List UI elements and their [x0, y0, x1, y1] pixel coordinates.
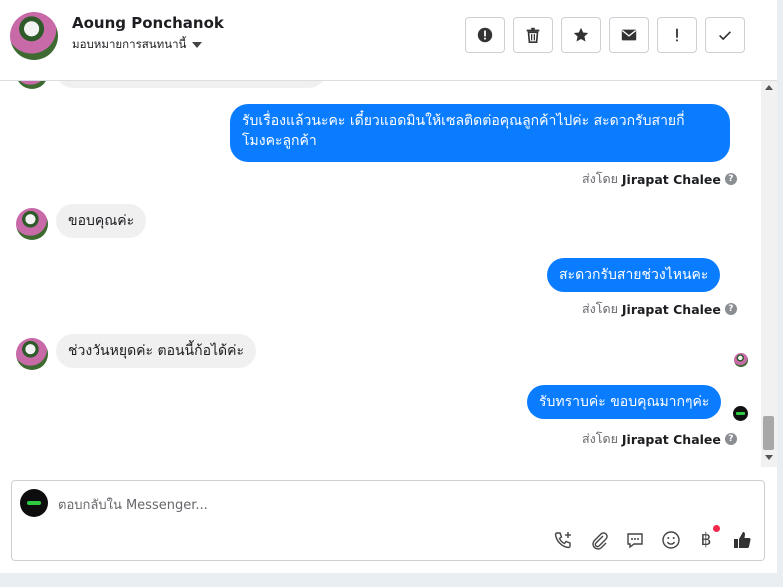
contact-avatar-small[interactable]	[16, 338, 48, 370]
thread-scrollbar[interactable]	[761, 81, 777, 467]
scroll-up-arrow-icon[interactable]	[765, 85, 773, 90]
sender-name: Jirapat Chalee	[621, 301, 721, 317]
help-icon[interactable]: ?	[724, 433, 737, 445]
scroll-thumb[interactable]	[763, 416, 774, 450]
help-icon[interactable]: ?	[724, 303, 737, 315]
sender-name: Jirapat Chalee	[621, 171, 721, 187]
attach-file-button[interactable]	[587, 528, 611, 552]
message-bubble-outgoing[interactable]: รับทราบค่ะ ขอบคุณมากๆค่ะ	[527, 385, 722, 419]
message-text-line: โมงคะลูกค้า	[242, 133, 317, 149]
sent-by-label: ส่งโดย Jirapat Chalee ?	[582, 299, 737, 319]
contact-name[interactable]: Aoung Ponchanok	[72, 14, 224, 32]
mark-spam-button[interactable]	[465, 17, 505, 53]
envelope-icon	[621, 29, 637, 41]
trash-icon	[526, 27, 540, 44]
mark-done-button[interactable]	[705, 17, 745, 53]
add-call-button[interactable]	[551, 528, 575, 552]
assign-label: มอบหมายการสนทนานี้	[72, 37, 187, 51]
read-receipt-avatar	[734, 353, 748, 367]
message-bubble-incoming[interactable]: ขอบคุณค่ะ	[56, 204, 147, 238]
message-bubble-incoming[interactable]: ช่วงวันหยุดค่ะ ตอนนี้ก้อได้ค่ะ	[56, 334, 257, 368]
checkmark-icon	[719, 31, 731, 41]
page-avatar	[20, 489, 48, 517]
saved-replies-button[interactable]	[623, 528, 647, 552]
sent-by-label: ส่งโดย Jirapat Chalee ?	[582, 429, 737, 449]
chevron-down-icon	[192, 42, 203, 48]
contact-avatar-small[interactable]	[16, 208, 48, 240]
message-bubble-outgoing[interactable]: รับเรื่องแล้วนะคะ เดี๋ยวแอดมินให้เซลติดต…	[230, 104, 730, 162]
sent-by-prefix: ส่งโดย	[582, 171, 618, 186]
star-icon	[573, 27, 589, 42]
message-bubble-incoming-cutoff	[56, 81, 326, 88]
baht-icon: ฿	[700, 530, 712, 550]
alert-circle-icon	[477, 27, 493, 43]
like-button[interactable]	[730, 528, 754, 552]
message-thread[interactable]: รับเรื่องแล้วนะคะ เดี๋ยวแอดมินให้เซลติดต…	[0, 81, 777, 467]
sender-name: Jirapat Chalee	[621, 431, 721, 447]
scroll-down-arrow-icon[interactable]	[765, 455, 773, 460]
emoji-button[interactable]	[659, 528, 683, 552]
exclamation-icon	[676, 28, 678, 42]
smiley-icon	[662, 531, 680, 549]
speech-bubble-icon	[627, 533, 643, 549]
assign-conversation-dropdown[interactable]: มอบหมายการสนทนานี้	[72, 36, 203, 54]
reply-composer: ฿	[11, 480, 765, 561]
reply-input[interactable]	[58, 495, 658, 515]
message-bubble-outgoing[interactable]: สะดวกรับสายช่วงไหนคะ	[547, 258, 721, 292]
messenger-inbox: Aoung Ponchanok มอบหมายการสนทนานี้ รับเร…	[0, 0, 777, 573]
thumbs-up-icon	[734, 532, 751, 549]
mark-unread-button[interactable]	[609, 17, 649, 53]
notification-dot	[713, 525, 720, 532]
phone-plus-icon	[554, 532, 571, 549]
contact-avatar-small	[16, 81, 48, 89]
help-icon[interactable]: ?	[724, 173, 737, 185]
delivered-page-avatar	[733, 406, 748, 421]
delete-button[interactable]	[513, 17, 553, 53]
contact-avatar[interactable]	[10, 12, 58, 60]
follow-up-button[interactable]	[657, 17, 697, 53]
star-button[interactable]	[561, 17, 601, 53]
sent-by-prefix: ส่งโดย	[582, 431, 618, 446]
sent-by-label: ส่งโดย Jirapat Chalee ?	[582, 169, 737, 189]
conversation-header: Aoung Ponchanok มอบหมายการสนทนานี้	[0, 0, 777, 81]
paperclip-icon	[592, 532, 608, 550]
sent-by-prefix: ส่งโดย	[582, 301, 618, 316]
message-text-line: รับเรื่องแล้วนะคะ เดี๋ยวแอดมินให้เซลติดต…	[242, 113, 685, 129]
